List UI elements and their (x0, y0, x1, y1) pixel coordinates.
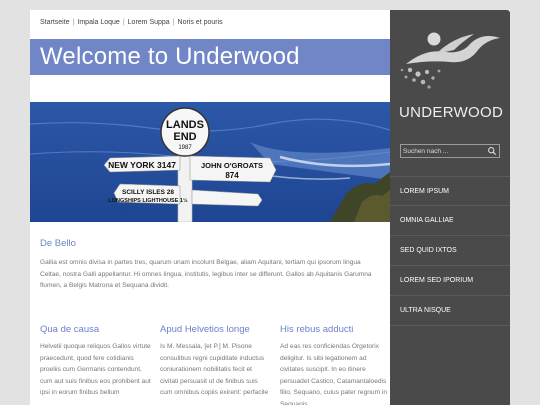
sign-end: END (173, 131, 196, 143)
sign-longships: LONGSHIPS LIGHTHOUSE 1½ (108, 197, 188, 204)
column-1-text: Helvetii quoque reliquos Gallos virtute … (40, 343, 151, 396)
breadcrumb-separator: | (122, 19, 125, 26)
page-title: Welcome to Underwood (40, 43, 300, 70)
intro-title: De Bello (40, 238, 76, 249)
breadcrumb-separator: | (72, 19, 75, 26)
breadcrumb: Startseite | Impala Loque | Lorem Suppa | Nori… (40, 19, 223, 26)
search-box (400, 144, 500, 158)
column-3: His rebus adducti Ad eas res conficienda… (280, 324, 388, 405)
nav-item-lorem-ipsum[interactable]: LOREM IPSUM (390, 176, 510, 206)
column-3-text: Ad eas res conficiendas Orgetorix deligi… (280, 343, 388, 405)
sign-scilly: SCILLY ISLES 28 (122, 189, 174, 196)
breadcrumb-item-noris[interactable]: Noris et pouris (178, 19, 223, 26)
nav-item-sed-quid-ixtos[interactable]: SED QUID IXTOS (390, 236, 510, 266)
column-2-title: Apud Helvetios longe (160, 324, 250, 335)
column-2: Apud Helvetios longe Is M. Messala, [et … (160, 324, 272, 399)
sign-new-york: NEW YORK 3147 (108, 160, 176, 170)
swimmer-logo-icon[interactable] (396, 24, 504, 94)
sign-year: 1987 (178, 145, 192, 151)
nav-item-ultra-nisque[interactable]: ULTRA NISQUE (390, 296, 510, 326)
main-content: Startseite | Impala Loque | Lorem Suppa | Nori… (30, 10, 390, 405)
sidebar: UNDERWOOD LOREM IPSUM OMNIA GALLIAE SED … (390, 10, 510, 405)
column-2-text: Is M. Messala, [et P.] M. Pisone consuli… (160, 343, 269, 396)
nav-item-lorem-sed-iporium[interactable]: LOREM SED IPORIUM (390, 266, 510, 296)
column-1-title: Qua de causa (40, 324, 100, 335)
title-banner: Welcome to Underwood (30, 39, 390, 75)
signpost-photo: LANDS END 1987 NEW YORK 3147 JOHN O'GROA… (30, 102, 390, 222)
brand-name: UNDERWOOD (399, 104, 504, 121)
breadcrumb-item-impala-loque[interactable]: Impala Loque (77, 19, 119, 26)
breadcrumb-separator: | (172, 19, 175, 26)
hero-image: LANDS END 1987 NEW YORK 3147 JOHN O'GROA… (30, 102, 390, 222)
search-input[interactable] (403, 146, 487, 156)
nav-item-omnia-galliae[interactable]: OMNIA GALLIAE (390, 206, 510, 236)
column-1: Qua de causa Helvetii quoque reliquos Ga… (40, 324, 152, 399)
page: Startseite | Impala Loque | Lorem Suppa | Nori… (30, 10, 510, 405)
sign-lands: LANDS (166, 119, 204, 131)
column-3-title: His rebus adducti (280, 324, 354, 335)
breadcrumb-item-lorem-suppa[interactable]: Lorem Suppa (128, 19, 170, 26)
search-icon[interactable] (487, 146, 497, 156)
sign-john-o-groats: JOHN O'GROATS (201, 161, 263, 170)
breadcrumb-item-startseite[interactable]: Startseite (40, 19, 70, 26)
sign-874: 874 (225, 171, 239, 180)
sidebar-nav: LOREM IPSUM OMNIA GALLIAE SED QUID IXTOS… (390, 176, 510, 326)
intro-text: Gallia est omnis divisa in partes tres, … (40, 259, 372, 289)
